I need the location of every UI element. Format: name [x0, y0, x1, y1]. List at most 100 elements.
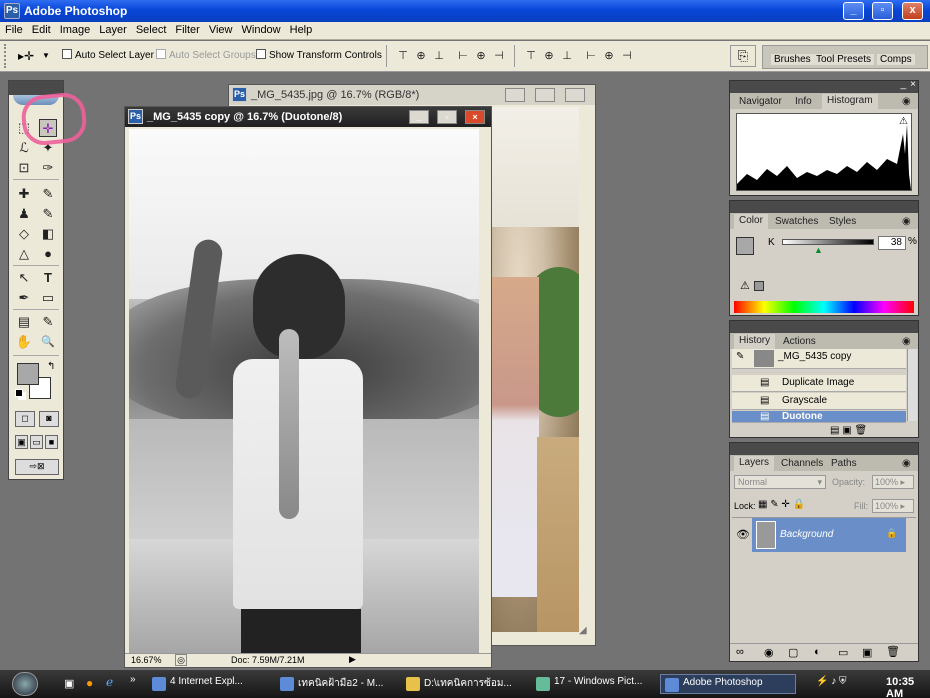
options-grip[interactable]: [4, 44, 12, 68]
menu-window[interactable]: Window: [237, 22, 285, 36]
eye-icon[interactable]: 👁: [736, 528, 750, 541]
align-hcenter-icon[interactable]: ⊕: [474, 49, 488, 63]
align-bottom-icon[interactable]: ⊥: [432, 49, 446, 63]
slider-thumb-icon[interactable]: ▲: [814, 245, 823, 255]
grayscale-photo-canvas[interactable]: [129, 129, 479, 653]
resize-grip-icon[interactable]: ◢: [579, 625, 587, 636]
eyedropper-tool-icon[interactable]: ✎: [39, 313, 57, 331]
layer-style-icon[interactable]: ◉: [764, 646, 774, 659]
close-button[interactable]: [565, 88, 585, 102]
panel-header[interactable]: [730, 443, 918, 455]
document-title-bar[interactable]: Ps _MG_5435.jpg @ 16.7% (RGB/8*): [229, 85, 595, 105]
layer-row[interactable]: 👁 Background 🔒: [732, 517, 916, 553]
blend-mode-select[interactable]: Normal ▾: [734, 475, 826, 489]
minimize-button[interactable]: [505, 88, 525, 102]
menu-file[interactable]: File: [0, 22, 27, 36]
add-mask-icon[interactable]: ▢: [788, 646, 798, 659]
close-button[interactable]: ×: [465, 110, 485, 124]
tab-channels[interactable]: Channels: [776, 457, 828, 470]
gamut-warning-icon[interactable]: ⚠: [740, 279, 750, 292]
color-photo-canvas[interactable]: [479, 107, 579, 632]
warning-icon[interactable]: ⚠: [899, 116, 908, 127]
ie-icon[interactable]: ℯ: [106, 675, 113, 689]
document-title-bar[interactable]: Ps _MG_5435 copy @ 16.7% (Duotone/8) _ ▫…: [125, 107, 491, 127]
blur-tool-icon[interactable]: △: [15, 245, 33, 263]
minimize-button[interactable]: _: [409, 110, 429, 124]
rectangle-tool-icon[interactable]: ▭: [39, 289, 57, 307]
dodge-tool-icon[interactable]: ●: [39, 245, 57, 263]
task-internet-explorer[interactable]: 4 Internet Expl...: [148, 674, 272, 694]
jump-to-imageready-icon[interactable]: ⇨⊠: [15, 459, 59, 475]
align-right-icon[interactable]: ⊣: [492, 49, 506, 63]
history-item-selected[interactable]: ▤ Duotone: [732, 411, 906, 423]
default-colors-icon[interactable]: [15, 389, 23, 397]
opacity-field[interactable]: 100% ▸: [872, 475, 914, 489]
standard-mode-icon[interactable]: ◻: [15, 411, 35, 427]
k-value-field[interactable]: 38: [878, 236, 906, 250]
history-item[interactable]: ▤ Duplicate Image: [732, 375, 906, 392]
slice-tool-icon[interactable]: ✑: [39, 159, 57, 177]
chevron-down-icon[interactable]: ▼: [42, 51, 50, 60]
new-layer-icon[interactable]: ▣: [862, 646, 872, 659]
link-layers-icon[interactable]: ∞: [736, 646, 744, 658]
gamut-color-swatch[interactable]: [754, 281, 764, 291]
tab-actions[interactable]: Actions: [778, 335, 821, 348]
firefox-icon[interactable]: ●: [86, 676, 93, 690]
brush-tool-icon[interactable]: ✎: [39, 185, 57, 203]
history-scrollbar[interactable]: [907, 349, 917, 421]
align-left-icon[interactable]: ⊢: [456, 49, 470, 63]
menu-image[interactable]: Image: [55, 22, 95, 36]
new-group-icon[interactable]: ▭: [838, 646, 848, 659]
distribute-left-icon[interactable]: ⊢: [584, 49, 598, 63]
tab-histogram[interactable]: Histogram: [822, 94, 878, 109]
panel-menu-icon[interactable]: ◉: [902, 458, 911, 469]
crop-tool-icon[interactable]: ⊡: [15, 159, 33, 177]
healing-brush-tool-icon[interactable]: ✚: [15, 185, 33, 203]
tab-paths[interactable]: Paths: [826, 457, 862, 470]
lock-pixels-icon[interactable]: ✎: [770, 499, 781, 510]
foreground-color-swatch[interactable]: [736, 237, 754, 255]
panel-menu-icon[interactable]: ◉: [902, 96, 911, 107]
maximize-button[interactable]: ▫: [437, 110, 457, 124]
file-browser-icon[interactable]: ⎘: [730, 45, 756, 67]
lock-position-icon[interactable]: ✛: [781, 499, 792, 510]
maximize-button[interactable]: [535, 88, 555, 102]
tab-history[interactable]: History: [734, 334, 776, 349]
gradient-tool-icon[interactable]: ◧: [39, 225, 57, 243]
document-window-front[interactable]: Ps _MG_5435 copy @ 16.7% (Duotone/8) _ ▫…: [124, 106, 492, 668]
screen-mode-standard-icon[interactable]: ▣: [15, 435, 28, 449]
lasso-tool-icon[interactable]: ℒ: [15, 139, 33, 157]
tray-network-icon[interactable]: ⚡: [816, 676, 831, 687]
start-button[interactable]: [12, 672, 38, 696]
new-document-icon[interactable]: ▤: [830, 425, 842, 436]
task-folder[interactable]: D:\เทคนิคการซ้อม...: [402, 674, 528, 694]
quicklaunch-more-icon[interactable]: »: [130, 674, 136, 685]
hand-tool-icon[interactable]: ✋: [15, 333, 33, 351]
auto-select-layer-checkbox[interactable]: Auto Select Layer: [62, 49, 154, 61]
color-ramp[interactable]: [734, 301, 914, 313]
align-vcenter-icon[interactable]: ⊕: [414, 49, 428, 63]
tab-styles[interactable]: Styles: [824, 215, 861, 228]
panel-menu-icon[interactable]: ◉: [902, 216, 911, 227]
history-item[interactable]: ▤ Grayscale: [732, 393, 906, 410]
align-top-icon[interactable]: ⊤: [396, 49, 410, 63]
swap-colors-icon[interactable]: ↰: [47, 361, 55, 372]
task-picture-viewer[interactable]: 17 - Windows Pict...: [532, 674, 654, 694]
menu-select[interactable]: Select: [131, 22, 171, 36]
path-selection-tool-icon[interactable]: ↖: [15, 269, 33, 287]
menu-filter[interactable]: Filter: [170, 22, 203, 36]
tab-info[interactable]: Info: [790, 95, 817, 108]
task-word[interactable]: เทคนิคฝ้ามือ2 - M...: [276, 674, 396, 694]
panel-menu-icon[interactable]: ◉: [902, 336, 911, 347]
distribute-hcenter-icon[interactable]: ⊕: [602, 49, 616, 63]
tray-volume-icon[interactable]: ♪: [831, 676, 839, 687]
notes-tool-icon[interactable]: ▤: [15, 313, 33, 331]
menu-layer[interactable]: Layer: [94, 22, 131, 36]
distribute-top-icon[interactable]: ⊤: [524, 49, 538, 63]
k-slider-track[interactable]: [782, 239, 874, 245]
well-tab-comps[interactable]: Comps: [877, 54, 915, 65]
distribute-vcenter-icon[interactable]: ⊕: [542, 49, 556, 63]
panel-header[interactable]: [730, 201, 918, 213]
menu-help[interactable]: Help: [285, 22, 317, 36]
panel-header[interactable]: [730, 321, 918, 333]
